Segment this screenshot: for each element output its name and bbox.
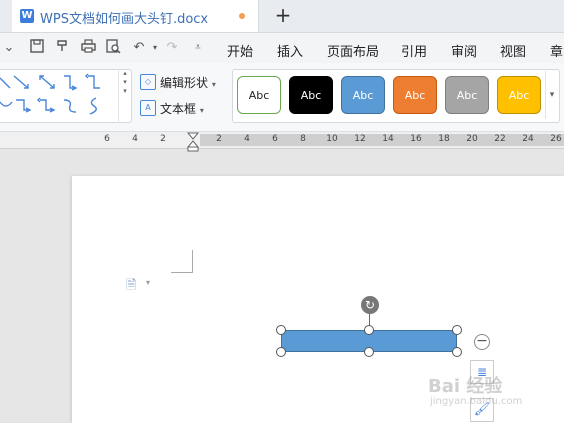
ruler-number: 20: [466, 134, 478, 144]
ruler-number: 14: [382, 134, 394, 144]
paragraph-layout-icon[interactable]: 🗎: [126, 276, 136, 298]
ruler-number: 12: [354, 134, 366, 144]
shape-style-3[interactable]: Abc: [341, 76, 385, 114]
ruler-number: 18: [438, 134, 450, 144]
ruler-number: 8: [300, 134, 306, 144]
menu-insert[interactable]: 插入: [277, 41, 303, 60]
paragraph-layout-dropdown-icon[interactable]: ▾: [146, 278, 150, 287]
connector-gallery-scroll[interactable]: ▴ ▾ ▾: [118, 69, 131, 123]
menu-page-layout[interactable]: 页面布局: [327, 41, 379, 60]
connector-shapes[interactable]: [0, 72, 116, 120]
save-icon[interactable]: [28, 39, 46, 57]
ruler-number: 26: [550, 134, 562, 144]
unsaved-indicator-icon[interactable]: [239, 13, 245, 19]
watermark-logo: Bai 经验: [428, 376, 503, 397]
style-gallery-more-icon[interactable]: ▾: [545, 71, 558, 119]
margin-corner-mark-vertical: [192, 250, 193, 273]
document-tab-title[interactable]: WPS文档如何画大头钉.docx: [40, 8, 208, 27]
text-frame-label: 文本框: [160, 102, 197, 116]
indent-marker-icon[interactable]: [187, 132, 199, 152]
shape-style-4[interactable]: Abc: [393, 76, 437, 114]
ruler-number: 2: [160, 134, 166, 144]
edit-shape-label: 编辑形状: [160, 76, 209, 90]
shape-style-1[interactable]: Abc: [237, 76, 281, 114]
resize-handle-bottom[interactable]: [364, 347, 374, 357]
text-frame-icon: A: [140, 100, 156, 116]
print-icon[interactable]: [79, 39, 97, 57]
ruler-number: 4: [244, 134, 250, 144]
menu-home[interactable]: 开始: [227, 41, 253, 60]
print-preview-icon[interactable]: [104, 39, 122, 57]
chevron-down-icon[interactable]: ⌄: [0, 39, 18, 57]
more-icon[interactable]: ⩡: [189, 39, 207, 57]
resize-handle-top-left[interactable]: [276, 325, 286, 335]
shape-style-6[interactable]: Abc: [497, 76, 541, 114]
shape-style-2[interactable]: Abc: [289, 76, 333, 114]
ruler-number: 6: [104, 134, 110, 144]
edit-shape-icon: ◇: [140, 74, 156, 90]
margin-corner-mark: [171, 272, 193, 273]
resize-handle-top-right[interactable]: [452, 325, 462, 335]
redo-icon[interactable]: ↷: [163, 39, 181, 57]
text-frame-button[interactable]: 文本框 ▾: [160, 100, 204, 117]
ruler-number: 16: [410, 134, 422, 144]
rotate-handle-icon[interactable]: ↻: [361, 296, 379, 314]
resize-handle-bottom-right[interactable]: [452, 347, 462, 357]
shape-style-5[interactable]: Abc: [445, 76, 489, 114]
menu-review[interactable]: 审阅: [451, 41, 477, 60]
ruler-number: 24: [522, 134, 534, 144]
collapse-minus-icon[interactable]: −: [474, 334, 490, 350]
menu-references[interactable]: 引用: [401, 41, 427, 60]
undo-dropdown-icon[interactable]: ▾: [146, 39, 164, 57]
ruler-number: 2: [216, 134, 222, 144]
ruler-number: 22: [494, 134, 506, 144]
resize-handle-bottom-left[interactable]: [276, 347, 286, 357]
text-frame-dropdown-icon: ▾: [199, 106, 204, 115]
edit-shape-dropdown-icon: ▾: [211, 80, 216, 89]
new-tab-button[interactable]: +: [272, 4, 294, 26]
ruler-number: 4: [132, 134, 138, 144]
ruler-number: 10: [326, 134, 338, 144]
watermark-url: jingyan.baidu.com: [430, 396, 523, 407]
edit-shape-button[interactable]: 编辑形状 ▾: [160, 74, 216, 91]
wps-writer-icon: W: [20, 9, 34, 23]
menu-view[interactable]: 视图: [500, 41, 526, 60]
format-painter-icon[interactable]: [54, 39, 72, 57]
ruler-number: 6: [272, 134, 278, 144]
menu-chapter[interactable]: 章: [550, 41, 563, 60]
resize-handle-top[interactable]: [364, 325, 374, 335]
